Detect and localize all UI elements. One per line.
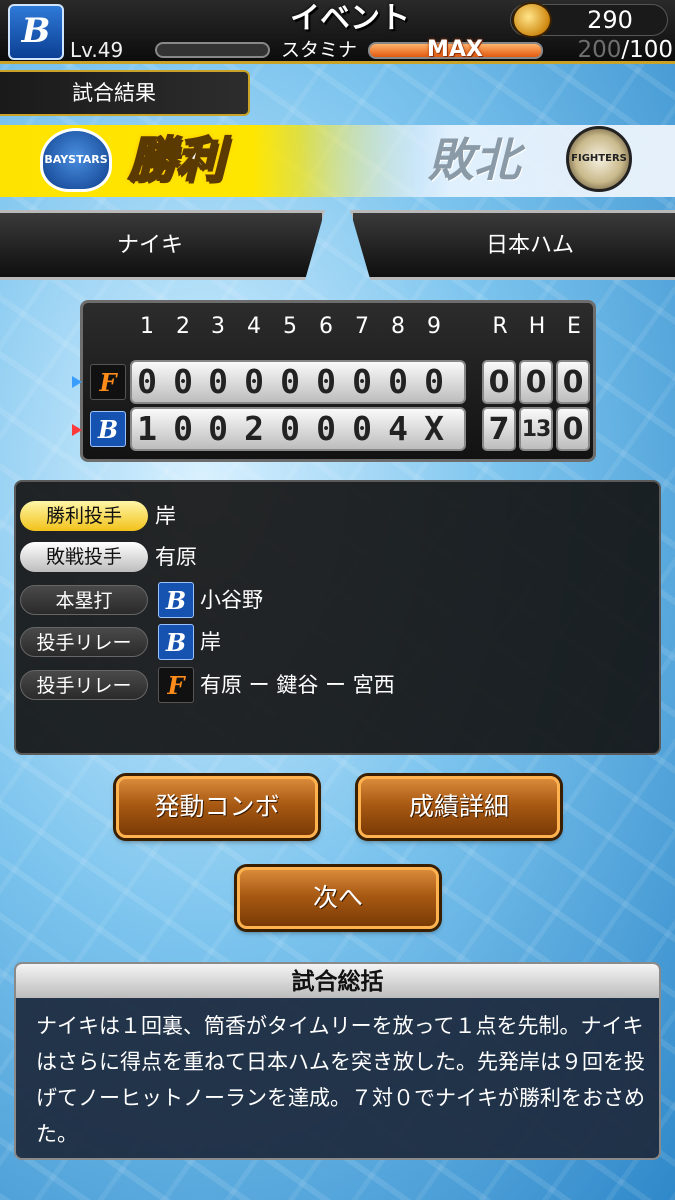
away-errors: 0	[556, 360, 590, 404]
errors-header: E	[567, 314, 581, 339]
away-team-name: 日本ハム	[485, 233, 574, 258]
away-inning-score: 0	[388, 362, 408, 401]
home-team-name: ナイキ	[116, 233, 183, 258]
inning-header: 1	[140, 314, 154, 339]
away-inning-score: 0	[173, 362, 193, 401]
fighters-icon: F	[90, 364, 126, 400]
baystars-icon: B	[90, 411, 126, 447]
pitcher-relay-tag: 投手リレー	[20, 627, 148, 657]
inning-header: 8	[391, 314, 405, 339]
next-button[interactable]: 次へ	[237, 867, 439, 929]
win-pitcher-name: 岸	[155, 504, 176, 528]
stamina-separator: /	[621, 37, 630, 63]
team-logo-icon[interactable]: B	[8, 4, 64, 60]
experience-bar	[155, 42, 270, 58]
player-level: Lv.49	[70, 38, 124, 62]
baystars-icon: B	[158, 582, 194, 618]
away-inning-score: 0	[352, 362, 372, 401]
away-inning-score: 0	[424, 362, 444, 401]
inning-header: 6	[319, 314, 333, 339]
home-inning-score: 1	[137, 409, 157, 448]
home-row-arrow-icon	[72, 424, 82, 436]
home-inning-score: X	[424, 409, 444, 448]
away-hits: 0	[519, 360, 553, 404]
stamina-values: 200/100	[545, 36, 673, 64]
inning-header: 4	[247, 314, 261, 339]
away-row-arrow-icon	[72, 376, 82, 388]
home-inning-score: 0	[352, 409, 372, 448]
home-inning-score: 0	[173, 409, 193, 448]
screen-title: イベント	[290, 1, 410, 36]
coin-icon	[512, 2, 552, 38]
stamina-max-indicator: MAX	[427, 37, 483, 62]
combo-button[interactable]: 発動コンボ	[116, 776, 318, 838]
coin-value: 290	[587, 6, 633, 34]
home-errors: 0	[556, 407, 590, 451]
fighters-icon: F	[158, 667, 194, 703]
home-inning-score: 4	[388, 409, 408, 448]
stamina-max-value: 100	[629, 37, 673, 63]
away-inning-score: 0	[137, 362, 157, 401]
home-inning-score: 0	[280, 409, 300, 448]
section-label: 試合結果	[72, 81, 156, 105]
inning-header: 9	[427, 314, 441, 339]
home-inning-score: 0	[316, 409, 336, 448]
baystars-icon: B	[158, 624, 194, 660]
home-inning-score: 0	[208, 409, 228, 448]
away-inning-score: 0	[280, 362, 300, 401]
baystars-logo-icon: BAYSTARS	[40, 128, 112, 192]
lose-text: 敗北	[428, 133, 520, 187]
home-runs: 7	[482, 407, 516, 451]
stamina-current: 200	[577, 37, 622, 63]
loss-pitcher-tag: 敗戦投手	[20, 542, 148, 572]
home-inning-score: 2	[244, 409, 264, 448]
home-pitcher-relay: 岸	[200, 630, 221, 654]
away-pitcher-relay: 有原 ー 鍵谷 ー 宮西	[200, 673, 395, 697]
summary-title: 試合総括	[291, 969, 384, 995]
win-pitcher-tag: 勝利投手	[20, 501, 148, 531]
home-hits: 13	[519, 407, 553, 451]
away-runs: 0	[482, 360, 516, 404]
away-inning-score: 0	[208, 362, 228, 401]
home-run-player: 小谷野	[200, 588, 263, 612]
fighters-logo-icon: FIGHTERS	[566, 126, 632, 192]
pitcher-relay-tag: 投手リレー	[20, 670, 148, 700]
win-text: 勝利	[127, 131, 225, 189]
away-inning-score: 0	[316, 362, 336, 401]
details-button[interactable]: 成績詳細	[358, 776, 560, 838]
away-inning-score: 0	[244, 362, 264, 401]
inning-header: 7	[355, 314, 369, 339]
runs-header: R	[492, 314, 508, 339]
home-run-tag: 本塁打	[20, 585, 148, 615]
inning-header: 2	[176, 314, 190, 339]
inning-header: 5	[283, 314, 297, 339]
inning-header: 3	[211, 314, 225, 339]
loss-pitcher-name: 有原	[155, 545, 197, 569]
stamina-label: スタミナ	[280, 39, 357, 61]
summary-text: ナイキは１回裏、筒香がタイムリーを放って１点を先制。ナイキはさらに得点を重ねて日…	[36, 1014, 645, 1146]
hits-header: H	[528, 314, 546, 339]
